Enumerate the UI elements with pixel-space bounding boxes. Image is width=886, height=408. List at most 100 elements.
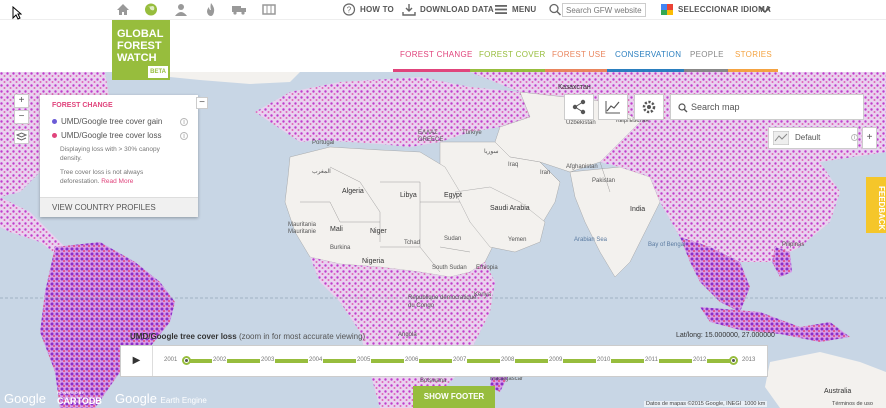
label-morocco: المغرب bbox=[312, 169, 331, 175]
zoom-out-button[interactable]: − bbox=[14, 110, 29, 124]
year-2010[interactable]: 2010 bbox=[596, 357, 612, 363]
year-2007[interactable]: 2007 bbox=[452, 357, 468, 363]
terms-of-use-link[interactable]: Términos de uso bbox=[832, 401, 873, 407]
truck-icon[interactable] bbox=[232, 3, 246, 16]
share-button[interactable] bbox=[564, 94, 594, 120]
year-2004[interactable]: 2004 bbox=[308, 357, 324, 363]
feedback-tab[interactable]: FEEDBACK bbox=[866, 177, 886, 233]
info-icon[interactable]: i bbox=[851, 134, 858, 141]
label-iraq: Iraq bbox=[508, 162, 519, 168]
top-utility-bar: ? HOW TO DOWNLOAD DATA MENU Search GFW w… bbox=[0, 0, 886, 20]
label-mauritanie: Mauritanie bbox=[288, 229, 317, 235]
label-ethiopia: Ethiopia bbox=[476, 265, 498, 271]
europe-landmass bbox=[255, 77, 530, 147]
user-icon[interactable] bbox=[174, 3, 188, 16]
mouse-cursor-icon bbox=[12, 6, 22, 20]
info-icon[interactable]: i bbox=[180, 118, 188, 126]
label-libya: Libya bbox=[400, 192, 417, 199]
nav-forest-cover[interactable]: FOREST COVER bbox=[479, 50, 546, 59]
nav-people[interactable]: PEOPLE bbox=[690, 50, 724, 59]
share-icon bbox=[572, 99, 586, 115]
year-2001[interactable]: 2001 bbox=[163, 357, 179, 363]
year-2005[interactable]: 2005 bbox=[356, 357, 372, 363]
year-2012[interactable]: 2012 bbox=[692, 357, 708, 363]
earth-engine-name: Earth Engine bbox=[160, 396, 207, 405]
year-2008[interactable]: 2008 bbox=[500, 357, 516, 363]
timeline-end-handle[interactable] bbox=[729, 356, 738, 365]
chevron-down-icon[interactable] bbox=[758, 3, 772, 16]
gfw-logo[interactable]: GLOBAL FOREST WATCH BETA bbox=[112, 20, 170, 80]
label-arabian-sea: Arabian Sea bbox=[574, 237, 608, 243]
layer-gain-label: UMD/Google tree cover gain bbox=[61, 117, 163, 126]
label-portugal: Portugal bbox=[312, 140, 335, 146]
label-angola: Angola bbox=[398, 332, 417, 338]
year-2003[interactable]: 2003 bbox=[260, 357, 276, 363]
year-2006[interactable]: 2006 bbox=[404, 357, 420, 363]
search-icon[interactable] bbox=[548, 3, 562, 16]
map-search-input[interactable]: Search map bbox=[670, 94, 864, 120]
zoom-in-button[interactable]: + bbox=[14, 94, 29, 108]
label-chad: Tchad bbox=[404, 240, 421, 246]
nav-conservation[interactable]: CONSERVATION bbox=[615, 50, 681, 59]
basemap-expand-button[interactable]: + bbox=[862, 127, 877, 149]
timeline-layer-name: UMD/Google tree cover loss bbox=[130, 332, 237, 341]
layer-loss-label: UMD/Google tree cover loss bbox=[61, 131, 162, 140]
label-india: India bbox=[630, 206, 646, 213]
timeline-subtitle: (zoom in for most accurate viewing) bbox=[238, 332, 366, 341]
fire-icon[interactable] bbox=[204, 3, 218, 16]
view-country-profiles-button[interactable]: VIEW COUNTRY PROFILES bbox=[40, 197, 198, 217]
timeline-title: UMD/Google tree cover loss (zoom in for … bbox=[130, 332, 365, 341]
search-icon bbox=[678, 103, 688, 113]
settings-button[interactable] bbox=[634, 94, 664, 120]
nav-stories[interactable]: STORIES bbox=[735, 50, 772, 59]
label-syria: سوريا bbox=[484, 149, 499, 155]
home-icon[interactable] bbox=[116, 3, 130, 16]
label-bay-of-bengal: Bay of Bengal bbox=[648, 242, 686, 248]
timeline-control: ▶ 2001 2002 2003 2004 2005 2006 2007 200… bbox=[120, 345, 768, 377]
show-footer-button[interactable]: SHOW FOOTER bbox=[413, 386, 495, 408]
analysis-button[interactable] bbox=[598, 94, 628, 120]
label-australia: Australia bbox=[824, 388, 852, 395]
google-translate-icon[interactable] bbox=[660, 3, 674, 16]
menu-link[interactable]: MENU bbox=[512, 5, 536, 14]
basemap-selector[interactable]: Default i bbox=[768, 127, 858, 149]
label-pilipinas: Pilipinas bbox=[782, 242, 805, 248]
menu-icon[interactable] bbox=[494, 3, 508, 16]
google-earth-engine-logo: Google Earth Engine bbox=[115, 391, 207, 406]
label-sudan: Sudan bbox=[444, 236, 462, 242]
logo-line-3: WATCH bbox=[117, 52, 157, 64]
nav-forest-change[interactable]: FOREST CHANGE bbox=[400, 50, 473, 59]
earth-engine-google: Google bbox=[115, 391, 157, 406]
label-kazakhstan: Казахстан bbox=[558, 84, 591, 91]
map-icon[interactable] bbox=[262, 3, 276, 16]
map-type-button[interactable] bbox=[14, 130, 29, 144]
help-icon[interactable]: ? bbox=[342, 3, 356, 16]
timeline-start-handle[interactable] bbox=[182, 356, 191, 365]
info-icon[interactable]: i bbox=[180, 132, 188, 140]
label-botswana: Botswana bbox=[420, 378, 447, 384]
label-mali: Mali bbox=[330, 226, 343, 233]
read-more-link[interactable]: Read More bbox=[101, 178, 133, 185]
language-selector[interactable]: SELECCIONAR IDIOMA bbox=[678, 5, 771, 14]
layer-gain-toggle[interactable]: UMD/Google tree cover gain bbox=[52, 117, 162, 126]
nav-forest-use[interactable]: FOREST USE bbox=[552, 50, 606, 59]
label-afghanistan: Afghanistan bbox=[566, 164, 598, 170]
year-2002[interactable]: 2002 bbox=[212, 357, 228, 363]
year-2013[interactable]: 2013 bbox=[741, 357, 757, 363]
download-data-link[interactable]: DOWNLOAD DATA bbox=[420, 5, 494, 14]
globe-icon[interactable] bbox=[144, 3, 158, 16]
lat-long-readout: Lat/long: 15.000000, 27.000000 bbox=[676, 332, 775, 339]
map-copyright: Datos de mapas ©2015 Google, INEGI 1000 … bbox=[644, 401, 768, 407]
deforestation-note: Tree cover loss is not always deforestat… bbox=[60, 168, 180, 186]
how-to-link[interactable]: HOW TO bbox=[360, 5, 394, 14]
collapse-panel-button[interactable]: − bbox=[196, 97, 208, 109]
layer-loss-toggle[interactable]: UMD/Google tree cover loss bbox=[52, 131, 161, 140]
year-2009[interactable]: 2009 bbox=[548, 357, 564, 363]
play-button[interactable]: ▶ bbox=[121, 346, 153, 376]
year-2011[interactable]: 2011 bbox=[644, 357, 659, 363]
site-search-input[interactable]: Search GFW website bbox=[562, 3, 646, 17]
gear-icon bbox=[642, 100, 656, 114]
gain-dot-icon bbox=[52, 119, 57, 124]
download-icon[interactable] bbox=[402, 3, 416, 16]
map-scale: 1000 km bbox=[744, 401, 766, 407]
